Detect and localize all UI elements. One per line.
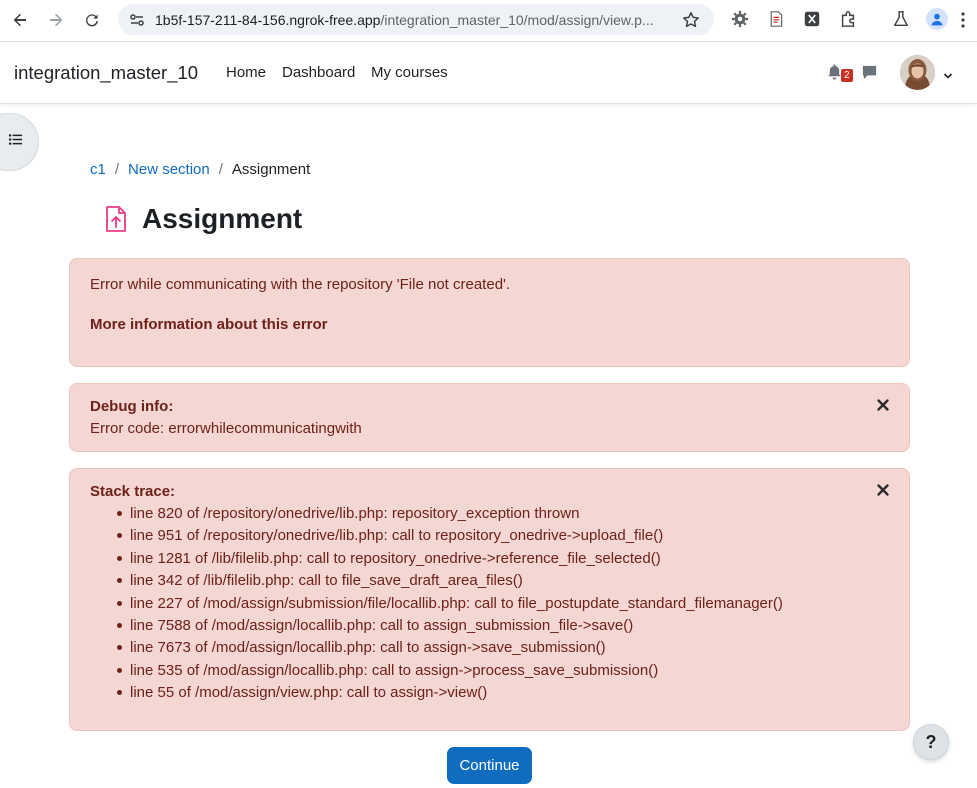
breadcrumb: c1 / New section / Assignment bbox=[90, 161, 310, 178]
breadcrumb-link-section[interactable]: New section bbox=[128, 161, 210, 178]
debug-info-alert: Debug info: Error code: errorwhilecommun… bbox=[69, 383, 910, 452]
page-title: Assignment bbox=[142, 203, 303, 234]
user-avatar[interactable] bbox=[900, 55, 935, 90]
debug-info-heading: Debug info: bbox=[90, 398, 174, 415]
stack-trace-line: line 342 of /lib/filelib.php: call to fi… bbox=[90, 571, 783, 593]
stack-trace-line: line 227 of /mod/assign/submission/file/… bbox=[90, 594, 783, 616]
breadcrumb-separator: / bbox=[218, 161, 223, 178]
browser-profile-icon[interactable] bbox=[926, 8, 948, 30]
close-icon[interactable] bbox=[876, 398, 890, 412]
extension-x-icon[interactable] bbox=[802, 9, 822, 29]
stack-trace-heading: Stack trace: bbox=[90, 483, 176, 500]
site-info-icon[interactable] bbox=[128, 11, 146, 29]
stack-trace-line: line 7673 of /mod/assign/locallib.php: c… bbox=[90, 638, 783, 660]
error-message: Error while communicating with the repos… bbox=[90, 276, 511, 293]
breadcrumb-link-course[interactable]: c1 bbox=[90, 161, 106, 178]
stack-trace-line: line 535 of /mod/assign/locallib.php: ca… bbox=[90, 661, 783, 683]
address-bar[interactable]: 1b5f-157-211-84-156.ngrok-free.app/integ… bbox=[118, 4, 714, 35]
notification-count-badge: 2 bbox=[841, 69, 853, 82]
debug-error-code: Error code: errorwhilecommunicatingwith bbox=[90, 420, 362, 437]
breadcrumb-separator: / bbox=[114, 161, 120, 178]
more-info-link[interactable]: More information about this error bbox=[90, 316, 328, 333]
forward-icon[interactable] bbox=[43, 7, 69, 33]
site-name[interactable]: integration_master_10 bbox=[14, 62, 198, 84]
stack-trace-line: line 7588 of /mod/assign/locallib.php: c… bbox=[90, 616, 783, 638]
extension-gear-icon[interactable] bbox=[730, 9, 750, 29]
extension-document-icon[interactable] bbox=[766, 9, 786, 29]
list-icon bbox=[8, 132, 23, 152]
course-index-toggle[interactable] bbox=[0, 113, 39, 171]
extensions-puzzle-icon[interactable] bbox=[838, 9, 858, 29]
browser-menu-icon[interactable] bbox=[958, 10, 968, 30]
stack-trace-line: line 951 of /repository/onedrive/lib.php… bbox=[90, 526, 783, 548]
reload-icon[interactable] bbox=[79, 7, 105, 33]
help-button[interactable]: ? bbox=[913, 724, 949, 760]
labs-flask-icon[interactable] bbox=[891, 9, 911, 29]
bookmark-star-icon[interactable] bbox=[682, 11, 700, 29]
stack-trace-line: line 55 of /mod/assign/view.php: call to… bbox=[90, 683, 783, 705]
assignment-upload-icon bbox=[104, 205, 128, 233]
error-alert: Error while communicating with the repos… bbox=[69, 258, 910, 367]
continue-button[interactable]: Continue bbox=[447, 747, 532, 784]
close-icon[interactable] bbox=[876, 483, 890, 497]
url-text[interactable]: 1b5f-157-211-84-156.ngrok-free.app/integ… bbox=[155, 12, 680, 28]
nav-link-dashboard[interactable]: Dashboard bbox=[282, 64, 355, 81]
nav-link-my-courses[interactable]: My courses bbox=[371, 64, 448, 81]
stack-trace-line: line 820 of /repository/onedrive/lib.php… bbox=[90, 504, 783, 526]
url-host: 1b5f-157-211-84-156.ngrok-free.app bbox=[155, 12, 381, 28]
stack-trace-list: line 820 of /repository/onedrive/lib.php… bbox=[90, 504, 783, 706]
browser-toolbar: 1b5f-157-211-84-156.ngrok-free.app/integ… bbox=[0, 0, 977, 42]
stack-trace-line: line 1281 of /lib/filelib.php: call to r… bbox=[90, 549, 783, 571]
messages-chat-icon[interactable] bbox=[861, 64, 878, 81]
user-menu-chevron-down-icon[interactable] bbox=[943, 68, 953, 79]
nav-link-home[interactable]: Home bbox=[226, 64, 266, 81]
url-path: /integration_master_10/mod/assign/view.p… bbox=[380, 12, 654, 28]
back-icon[interactable] bbox=[7, 7, 33, 33]
site-navbar: integration_master_10 Home Dashboard My … bbox=[0, 43, 977, 104]
breadcrumb-current: Assignment bbox=[231, 161, 311, 178]
stack-trace-alert: Stack trace: line 820 of /repository/one… bbox=[69, 468, 910, 731]
